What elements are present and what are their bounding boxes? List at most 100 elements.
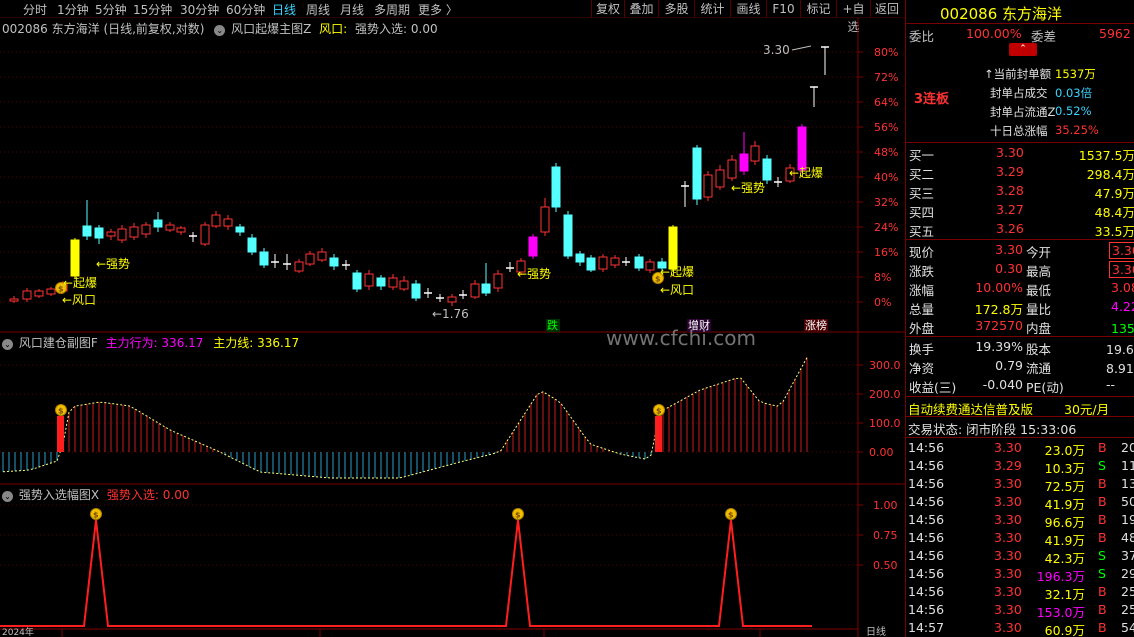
stock-label: 002086 东方海洋 (日线,前复权,对数) [2,22,205,36]
event-tag-die[interactable]: 跌 [546,318,560,332]
buy-volume: 47.9万 [1094,186,1134,201]
svg-text:$: $ [58,407,64,416]
buy-order-row[interactable]: 买五 3.26 33.5万 [906,220,1134,239]
event-tag-zhangting[interactable]: 涨榜 [804,318,828,332]
buy-price: 3.29 [996,164,1024,179]
tick-time: 14:56 [908,530,945,545]
toolbar-button-3[interactable]: 统计 [694,0,730,18]
settings-icon[interactable]: ⌄ [214,25,226,36]
stock-code-title: 002086 东方海洋 [940,3,1062,24]
y-tick-label: 48% [874,146,898,159]
settings-icon[interactable]: ⌄ [2,339,13,350]
tick-row: 14:56 3.30 32.1万 B 25 [906,583,1134,602]
tab-period-9[interactable]: 多周期 [374,1,410,18]
stat-label: PE(动) [1026,380,1064,395]
tick-count: 25 [1121,602,1134,617]
seal-value: 1537万 [1055,67,1096,81]
candle-body [9,298,19,302]
toolbar-button-4[interactable]: 画线 [730,0,766,18]
toolbar-button-1[interactable]: 叠加 [624,0,658,18]
annotation-fengkou: ←风口 [660,283,694,297]
candle-body [399,280,409,290]
tick-row: 14:56 3.30 196.3万 S 29 [906,565,1134,584]
stat-row: 净资 0.79流通 8.91亿 [906,357,1134,376]
candle-body [750,145,760,162]
buy-volume: 298.4万 [1086,167,1134,182]
tab-period-4[interactable]: 30分钟 [180,1,219,18]
buy-label: 买二 [909,167,935,182]
tick-count: 19 [1121,512,1134,527]
coin-icon: $ [653,404,665,416]
sub1-line2: 主力线: 336.17 [213,336,300,350]
candle-body [70,239,80,277]
quote-label: 最高 [1026,264,1052,279]
candle-body [46,288,56,295]
quote-row: 外盘 372570内盘 135.5万 [906,317,1134,336]
toolbar-button-2[interactable]: 多股 [658,0,694,18]
toolbar-button-6[interactable]: 标记 [800,0,836,18]
quote-label: 涨幅 [909,283,935,298]
tab-period-0[interactable]: 分时 [23,1,47,18]
candle-body [22,290,32,300]
seal-label: 封单占成交 [990,86,1048,100]
candle-body [727,159,737,179]
watermark: www.cfchi.com [606,326,756,350]
settings-icon[interactable]: ⌄ [2,491,13,502]
quote-row: 总量 172.8万量比 4.22 [906,298,1134,317]
sub1-name[interactable]: 风口建仓副图F [19,336,98,350]
seal-row: 十日总涨幅 35.25% [906,122,1134,140]
quote-value: 4.22 [1111,299,1134,314]
chart-area[interactable]: 80% 72% 64% 56% 48% 40% 32% 24% 16% 8% 0% 300.0 200.… [0,18,905,637]
candle-body [551,166,561,208]
annotation-qibao: ←起爆 [660,265,694,279]
tab-period-7[interactable]: 周线 [306,1,330,18]
candle-body [739,153,749,172]
tab-period-2[interactable]: 5分钟 [95,1,127,18]
x-axis-year: 2024年 [2,628,34,637]
y-tick-label: 8% [874,271,891,284]
tab-period-5[interactable]: 60分钟 [226,1,265,18]
tick-side: B [1098,512,1107,527]
seal-label: ↑当前封单额 [984,67,1052,81]
quote-label: 最低 [1026,283,1052,298]
quote-value: 172.8万 [974,302,1023,317]
tab-period-8[interactable]: 月线 [340,1,364,18]
weicha-value: 5962 [1099,26,1131,41]
toolbar-button-5[interactable]: F10 [766,0,800,18]
toolbar-button-8[interactable]: 返回 [870,0,903,18]
candle-body [200,224,210,245]
main-panel-header: 002086 东方海洋 (日线,前复权,对数) ⌄ 风口起爆主图Z 风口: 强势… [2,20,438,37]
tick-time: 14:56 [908,458,945,473]
toolbar-button-7[interactable]: +自选 [836,0,870,34]
sub-panel1-header: ⌄ 风口建仓副图F 主力行为: 336.17 主力线: 336.17 [2,334,299,351]
candle-body [223,218,233,227]
tick-count: 50 [1121,494,1134,509]
tick-side: S [1098,458,1106,473]
seal-label: 十日总涨幅 [990,124,1048,138]
buy-order-row[interactable]: 买三 3.28 47.9万 [906,182,1134,201]
tab-period-3[interactable]: 15分钟 [133,1,172,18]
svg-text:$: $ [656,407,662,416]
tick-time: 14:57 [908,620,945,635]
buy-order-row[interactable]: 买二 3.29 298.4万 [906,163,1134,182]
tab-period-10[interactable]: 更多 〉 [418,1,458,18]
tick-price: 3.30 [994,602,1022,617]
buy-order-row[interactable]: 买四 3.27 48.4万 [906,201,1134,220]
tab-period-1[interactable]: 1分钟 [57,1,89,18]
sub2-name[interactable]: 强势入选幅图X [19,488,99,502]
ad-banner[interactable]: 自动续费通达信普及版 30元/月 [906,398,1134,417]
y-tick-label: 200.0 [869,388,901,401]
indicator-name[interactable]: 风口起爆主图Z [231,22,311,36]
stat-label: 流通 [1026,361,1052,376]
y-tick-label: 0.75 [873,529,898,542]
tab-period-6[interactable]: 日线 [272,1,296,18]
collapse-up-icon[interactable]: ⌃ [1009,43,1037,56]
candle-body [610,257,620,266]
tick-count: 54 [1121,620,1134,635]
quote-value: 3.30 [1109,261,1134,278]
toolbar-button-0[interactable]: 复权 [591,0,624,18]
svg-text:涨榜: 涨榜 [805,318,827,332]
buy-order-row[interactable]: 买一 3.30 1537.5万 [906,144,1134,163]
tick-side: B [1098,530,1107,545]
quote-value: 3.30 [995,242,1023,257]
